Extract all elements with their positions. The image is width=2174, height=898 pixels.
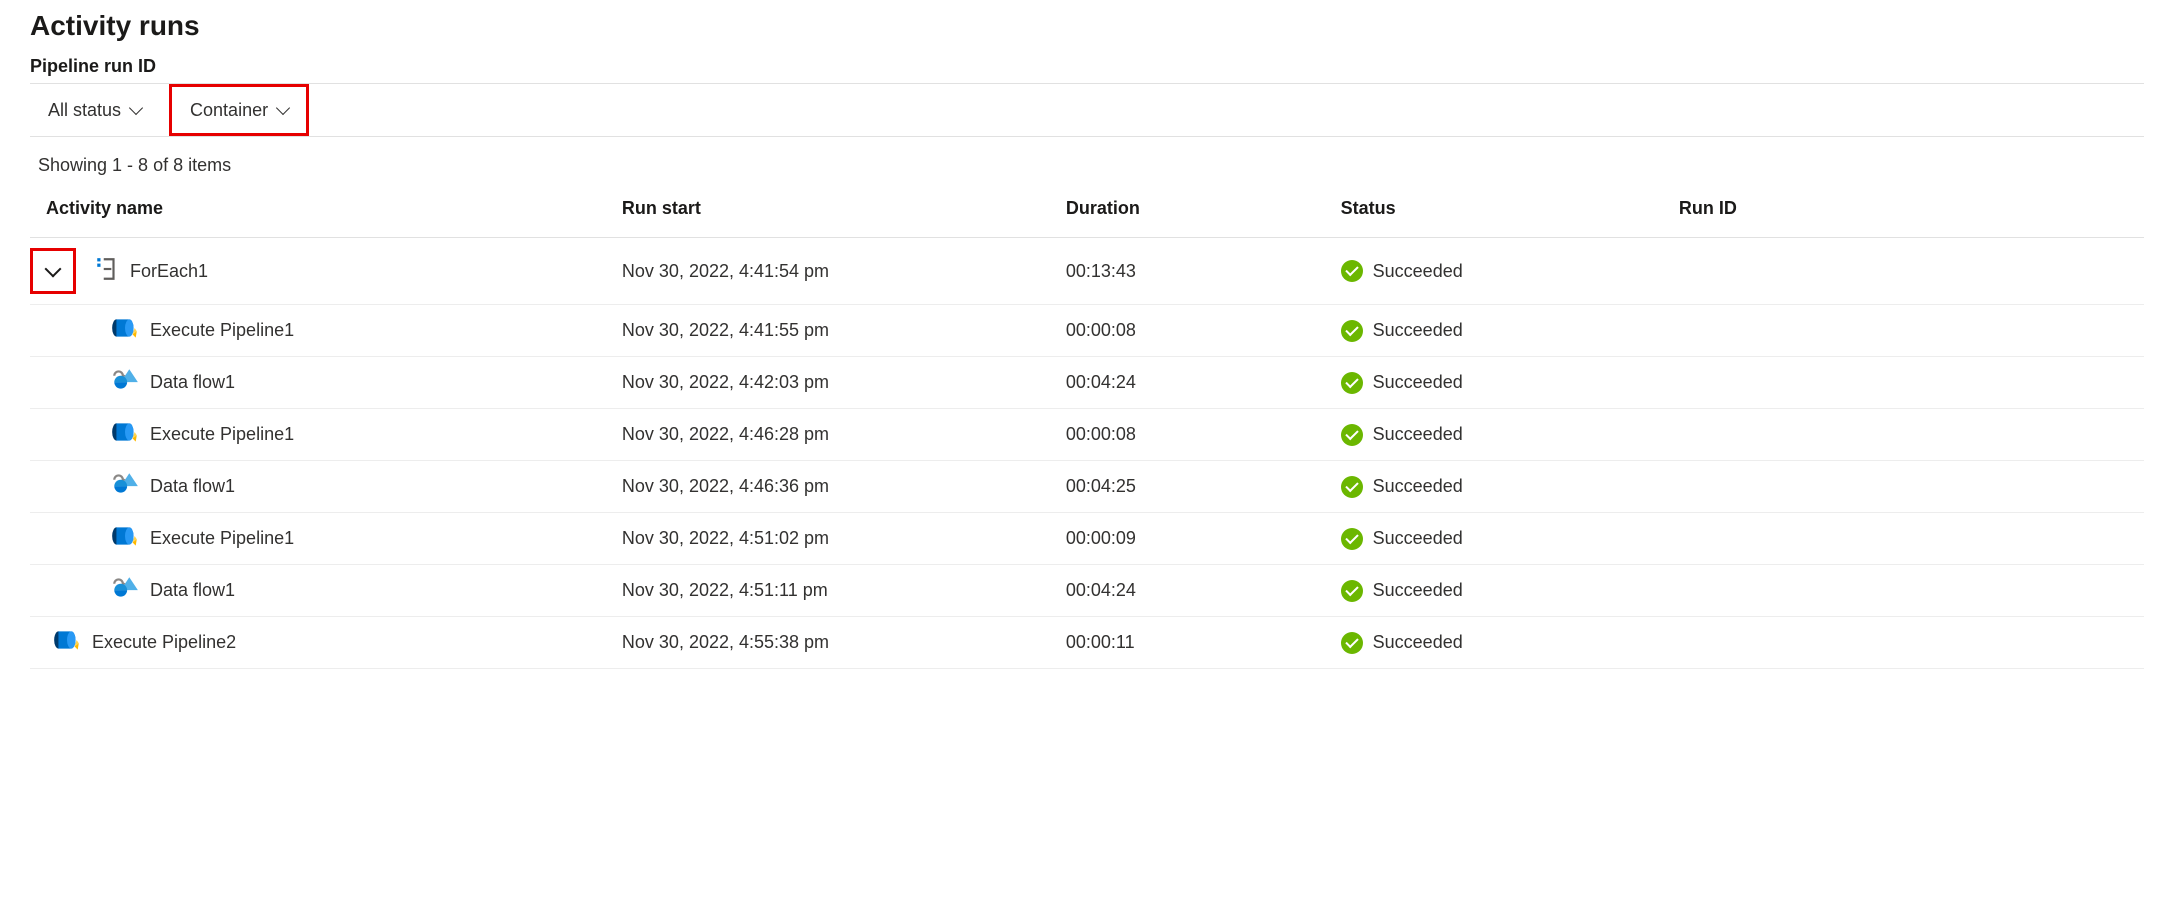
expand-toggle[interactable] bbox=[30, 248, 76, 294]
filter-status-dropdown[interactable]: All status bbox=[30, 84, 159, 136]
run-start: Nov 30, 2022, 4:51:11 pm bbox=[622, 565, 1066, 617]
pipeline-icon bbox=[52, 627, 82, 658]
dataflow-icon bbox=[110, 575, 140, 606]
table-row[interactable]: Execute Pipeline1 Nov 30, 2022, 4:41:55 p… bbox=[30, 305, 2144, 357]
run-start: Nov 30, 2022, 4:51:02 pm bbox=[622, 513, 1066, 565]
activity-name: Execute Pipeline1 bbox=[150, 320, 294, 341]
success-icon bbox=[1341, 320, 1363, 342]
duration: 00:00:11 bbox=[1066, 617, 1341, 669]
col-header-status[interactable]: Status bbox=[1341, 184, 1679, 238]
duration: 00:00:08 bbox=[1066, 305, 1341, 357]
run-id bbox=[1679, 461, 2144, 513]
status-text: Succeeded bbox=[1373, 320, 1463, 341]
status-text: Succeeded bbox=[1373, 580, 1463, 601]
foreach-icon bbox=[94, 256, 120, 287]
duration: 00:13:43 bbox=[1066, 238, 1341, 305]
activity-name: Execute Pipeline2 bbox=[92, 632, 236, 653]
run-id bbox=[1679, 238, 2144, 305]
run-start: Nov 30, 2022, 4:46:36 pm bbox=[622, 461, 1066, 513]
run-id bbox=[1679, 617, 2144, 669]
pipeline-icon bbox=[110, 523, 140, 554]
run-id bbox=[1679, 357, 2144, 409]
col-header-activity-name[interactable]: Activity name bbox=[30, 184, 622, 238]
run-id bbox=[1679, 305, 2144, 357]
result-count: Showing 1 - 8 of 8 items bbox=[30, 137, 2144, 184]
activity-runs-table: Activity name Run start Duration Status … bbox=[30, 184, 2144, 669]
run-start: Nov 30, 2022, 4:46:28 pm bbox=[622, 409, 1066, 461]
chevron-down-icon bbox=[276, 101, 290, 115]
run-id bbox=[1679, 565, 2144, 617]
chevron-down-icon bbox=[45, 260, 62, 277]
status-text: Succeeded bbox=[1373, 261, 1463, 282]
table-row[interactable]: Execute Pipeline2 Nov 30, 2022, 4:55:38 p… bbox=[30, 617, 2144, 669]
success-icon bbox=[1341, 372, 1363, 394]
status-text: Succeeded bbox=[1373, 372, 1463, 393]
activity-name: Data flow1 bbox=[150, 580, 235, 601]
filter-status-label: All status bbox=[48, 100, 121, 121]
table-header-row: Activity name Run start Duration Status … bbox=[30, 184, 2144, 238]
status-text: Succeeded bbox=[1373, 424, 1463, 445]
dataflow-icon bbox=[110, 471, 140, 502]
page-title: Activity runs bbox=[30, 10, 2144, 42]
duration: 00:04:24 bbox=[1066, 357, 1341, 409]
table-row[interactable]: Data flow1 Nov 30, 2022, 4:51:11 pm00:04:… bbox=[30, 565, 2144, 617]
run-start: Nov 30, 2022, 4:55:38 pm bbox=[622, 617, 1066, 669]
table-row[interactable]: Execute Pipeline1 Nov 30, 2022, 4:46:28 p… bbox=[30, 409, 2144, 461]
run-start: Nov 30, 2022, 4:41:55 pm bbox=[622, 305, 1066, 357]
activity-name: Data flow1 bbox=[150, 372, 235, 393]
activity-name: Execute Pipeline1 bbox=[150, 424, 294, 445]
duration: 00:00:09 bbox=[1066, 513, 1341, 565]
chevron-down-icon bbox=[129, 101, 143, 115]
success-icon bbox=[1341, 476, 1363, 498]
success-icon bbox=[1341, 528, 1363, 550]
run-id bbox=[1679, 513, 2144, 565]
success-icon bbox=[1341, 260, 1363, 282]
success-icon bbox=[1341, 580, 1363, 602]
dataflow-icon bbox=[110, 367, 140, 398]
run-start: Nov 30, 2022, 4:41:54 pm bbox=[622, 238, 1066, 305]
filter-container-label: Container bbox=[190, 100, 268, 121]
success-icon bbox=[1341, 632, 1363, 654]
col-header-run-id[interactable]: Run ID bbox=[1679, 184, 2144, 238]
filter-container-dropdown[interactable]: Container bbox=[169, 84, 309, 136]
table-row[interactable]: ForEach1 Nov 30, 2022, 4:41:54 pm00:13:43… bbox=[30, 238, 2144, 305]
activity-name: Execute Pipeline1 bbox=[150, 528, 294, 549]
status-text: Succeeded bbox=[1373, 476, 1463, 497]
run-start: Nov 30, 2022, 4:42:03 pm bbox=[622, 357, 1066, 409]
col-header-duration[interactable]: Duration bbox=[1066, 184, 1341, 238]
subtitle-pipeline-run-id: Pipeline run ID bbox=[30, 56, 2144, 77]
duration: 00:04:24 bbox=[1066, 565, 1341, 617]
table-row[interactable]: Data flow1 Nov 30, 2022, 4:46:36 pm00:04:… bbox=[30, 461, 2144, 513]
status-text: Succeeded bbox=[1373, 632, 1463, 653]
duration: 00:04:25 bbox=[1066, 461, 1341, 513]
activity-name: ForEach1 bbox=[130, 261, 208, 282]
table-row[interactable]: Data flow1 Nov 30, 2022, 4:42:03 pm00:04:… bbox=[30, 357, 2144, 409]
run-id bbox=[1679, 409, 2144, 461]
table-row[interactable]: Execute Pipeline1 Nov 30, 2022, 4:51:02 p… bbox=[30, 513, 2144, 565]
status-text: Succeeded bbox=[1373, 528, 1463, 549]
col-header-run-start[interactable]: Run start bbox=[622, 184, 1066, 238]
success-icon bbox=[1341, 424, 1363, 446]
filter-bar: All status Container bbox=[30, 83, 2144, 137]
duration: 00:00:08 bbox=[1066, 409, 1341, 461]
pipeline-icon bbox=[110, 419, 140, 450]
pipeline-icon bbox=[110, 315, 140, 346]
activity-name: Data flow1 bbox=[150, 476, 235, 497]
